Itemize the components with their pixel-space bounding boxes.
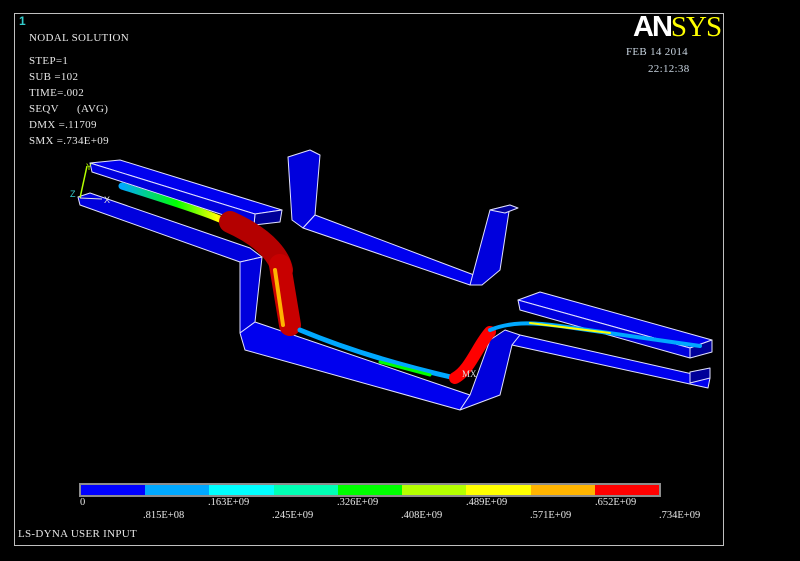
legend-label: .326E+09	[337, 497, 379, 508]
legend-label: 0	[80, 497, 86, 508]
legend-label: .245E+09	[272, 510, 314, 521]
legend-label: .163E+09	[208, 497, 250, 508]
legend-label: .815E+08	[143, 510, 185, 521]
legend-label: .571E+09	[530, 510, 572, 521]
legend-label: .408E+09	[401, 510, 443, 521]
legend-band-7	[466, 485, 531, 495]
legend-band-8	[530, 485, 595, 495]
svg-text:Z: Z	[70, 189, 76, 199]
legend-band-1	[81, 485, 146, 495]
legend-band-3	[209, 485, 274, 495]
legend-label: .652E+09	[595, 497, 637, 508]
legend-label: .734E+09	[659, 510, 701, 521]
legend-label: .489E+09	[466, 497, 508, 508]
sheet-blank	[118, 182, 702, 384]
legend-band-9	[594, 485, 659, 495]
svg-text:X: X	[104, 195, 110, 205]
fe-model-view[interactable]: Y Z X MX	[0, 0, 800, 561]
punch	[287, 149, 519, 286]
legend-band-2	[145, 485, 210, 495]
legend-band-4	[273, 485, 338, 495]
legend-band-6	[402, 485, 467, 495]
legend-band-5	[337, 485, 403, 495]
contour-legend-bar	[79, 483, 661, 497]
svg-text:Y: Y	[86, 162, 92, 172]
max-marker: MX	[462, 369, 477, 379]
footer-title: LS-DYNA USER INPUT	[18, 528, 138, 540]
lower-die	[77, 192, 711, 411]
